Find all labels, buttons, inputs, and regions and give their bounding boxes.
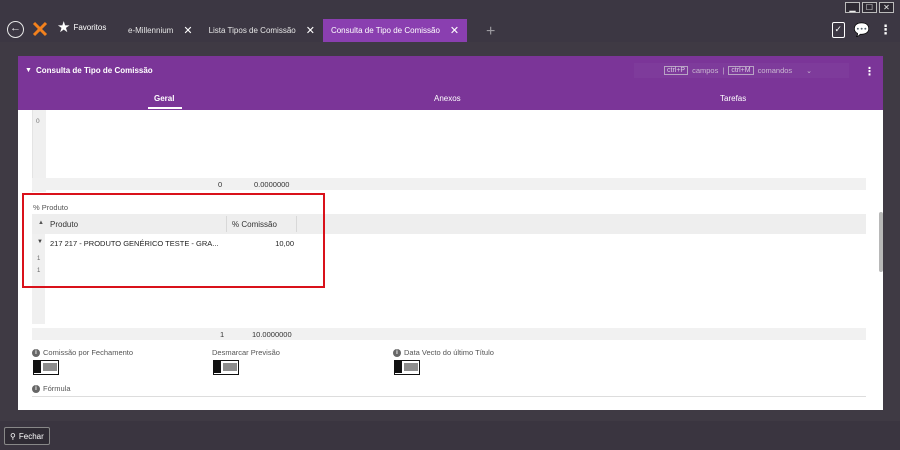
toggle-track: [404, 363, 418, 371]
top-right-icons: ✓ 💬 ⋮: [831, 22, 892, 38]
maximize-icon[interactable]: ☐: [862, 2, 877, 13]
star-icon: ★: [57, 19, 71, 36]
main-panel: ▼ Consulta de Tipo de Comissão ctrl+P ca…: [18, 56, 883, 410]
shortcut-key-comandos: ctrl+M: [728, 66, 754, 75]
data-vecto-toggle[interactable]: [394, 360, 420, 375]
close-tab-icon[interactable]: ✕: [450, 24, 459, 37]
comissao-fechamento-toggle[interactable]: [33, 360, 59, 375]
shortcut-hints[interactable]: ctrl+P campos | ctrl+M comandos ⌄: [634, 63, 849, 78]
toggle-knob: [34, 361, 41, 373]
field-label: Data Vecto do último Título: [404, 348, 494, 357]
info-icon: i: [32, 348, 40, 357]
window-controls: ▁ ☐ ✕: [845, 2, 894, 13]
chat-icon[interactable]: 💬: [854, 22, 870, 38]
info-icon: i: [32, 384, 40, 393]
toggle-knob: [214, 361, 221, 373]
bottom-bar: [0, 421, 900, 450]
info-icon: i: [393, 348, 401, 357]
search-icon: ⚲: [10, 431, 16, 441]
field-label: Comissão por Fechamento: [43, 348, 134, 357]
tab-lista-tipos-comissao[interactable]: Lista Tipos de Comissão ✕: [201, 19, 323, 42]
footer-count: 0: [218, 180, 223, 189]
tab-label: Consulta de Tipo de Comissão: [330, 26, 440, 35]
row-number: 0: [36, 118, 40, 125]
tab-geral[interactable]: Geral: [154, 94, 174, 103]
footer-total: 10.0000000: [252, 330, 292, 339]
favorites-label: Favoritos: [73, 23, 107, 32]
more-options-icon[interactable]: ⋮: [879, 22, 892, 38]
formula-input[interactable]: [32, 396, 866, 397]
grid-top-footer: 0 0.0000000: [32, 178, 866, 190]
tab-label: e-Millennium: [128, 26, 174, 35]
tab-consulta-tipo-comissao[interactable]: Consulta de Tipo de Comissão ✕: [322, 19, 468, 42]
tab-bar: e-Millennium ✕ Lista Tipos de Comissão ✕…: [120, 19, 468, 42]
caret-down-icon: ▼: [25, 67, 32, 74]
tab-anexos[interactable]: Anexos: [434, 94, 461, 103]
footer-count: 1: [220, 330, 225, 339]
panel-menu-icon[interactable]: ⋮: [864, 65, 875, 78]
active-tab-indicator: [148, 107, 182, 109]
field-label: Fórmula: [43, 384, 71, 393]
field-comissao-fechamento: i Comissão por Fechamento: [32, 348, 133, 357]
desmarcar-previsao-toggle[interactable]: [213, 360, 239, 375]
shortcut-separator: |: [722, 66, 725, 75]
field-desmarcar-previsao: Desmarcar Previsão: [212, 348, 280, 357]
panel-header: ▼ Consulta de Tipo de Comissão ctrl+P ca…: [18, 56, 883, 110]
panel-title-text: Consulta de Tipo de Comissão: [35, 66, 153, 75]
panel-title[interactable]: ▼ Consulta de Tipo de Comissão: [25, 66, 153, 75]
close-window-icon[interactable]: ✕: [879, 2, 894, 13]
close-tab-icon[interactable]: ✕: [306, 24, 315, 37]
highlight-box: [22, 193, 325, 288]
footer-total: 0.0000000: [254, 180, 290, 189]
close-tab-icon[interactable]: ✕: [183, 24, 192, 37]
produto-grid-footer: 1 10.0000000: [32, 328, 866, 340]
toggle-knob: [395, 361, 402, 373]
field-data-vecto: i Data Vecto do último Título: [393, 348, 494, 357]
vertical-scrollbar[interactable]: [879, 212, 883, 272]
top-bar: ▁ ☐ ✕ ← ★ Favoritos e-Millennium ✕ Lista…: [0, 0, 900, 42]
panel-tabs: Geral Anexos Tarefas: [18, 92, 883, 110]
add-tab-icon[interactable]: +: [486, 24, 495, 40]
fechar-label: Fechar: [18, 431, 44, 441]
toggle-track: [43, 363, 57, 371]
tab-e-millennium[interactable]: e-Millennium ✕: [120, 19, 201, 42]
minimize-icon[interactable]: ▁: [845, 2, 860, 13]
shortcut-label-comandos: comandos: [757, 66, 793, 75]
shortcut-key-campos: ctrl+P: [664, 66, 689, 75]
fechar-button[interactable]: ⚲ Fechar: [4, 427, 50, 445]
clipboard-check-icon[interactable]: ✓: [831, 22, 845, 38]
toggle-track: [223, 363, 237, 371]
field-formula: i Fórmula: [32, 384, 71, 393]
chevron-down-icon[interactable]: ⌄: [806, 67, 812, 75]
app-logo-icon: [32, 21, 48, 37]
tab-label: Lista Tipos de Comissão: [208, 26, 296, 35]
back-arrow-icon[interactable]: ←: [7, 21, 24, 38]
shortcut-label-campos: campos: [692, 66, 719, 75]
panel-content: 0 0 0.0000000 % Produto ▲ Produto % Comi…: [18, 110, 883, 410]
tab-tarefas[interactable]: Tarefas: [720, 94, 746, 103]
field-label: Desmarcar Previsão: [212, 348, 280, 357]
favorites-button[interactable]: ★ Favoritos: [57, 20, 106, 35]
